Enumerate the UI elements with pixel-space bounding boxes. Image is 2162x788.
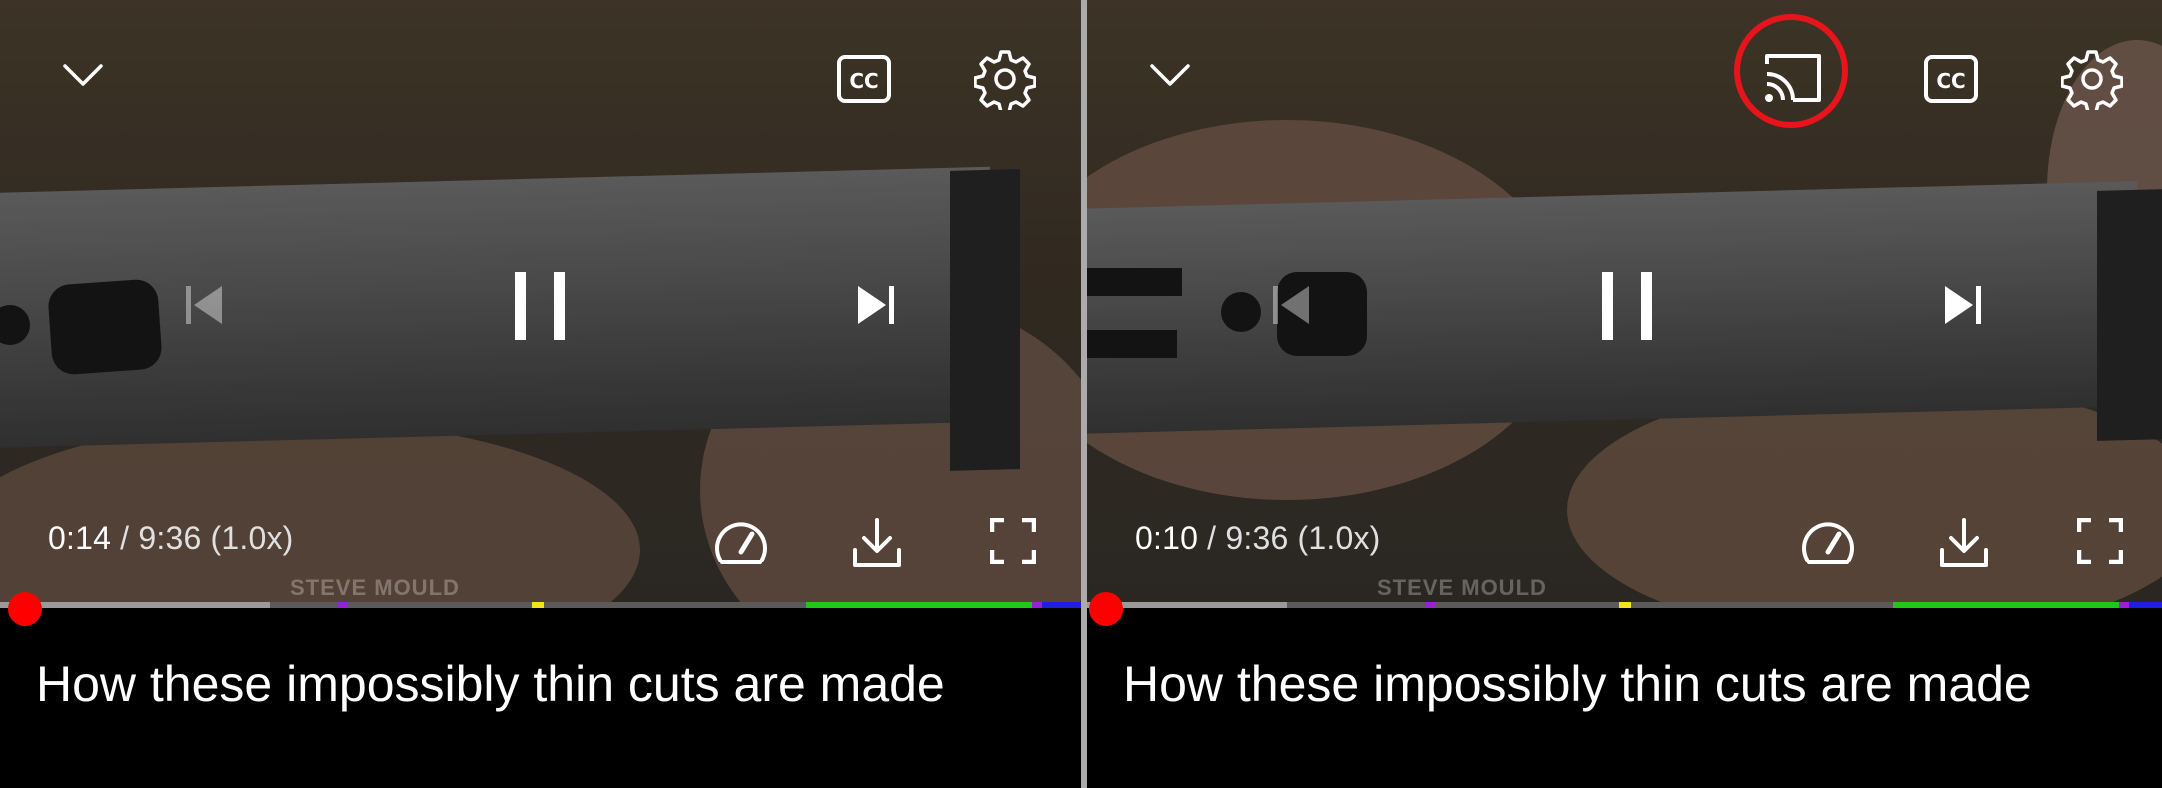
closed-captions-icon[interactable]: CC [1923,54,1979,104]
chapter-marker [1425,602,1435,608]
video-title: How these impossibly thin cuts are made [36,656,945,712]
current-time: 0:14 [48,520,112,556]
current-time: 0:10 [1135,520,1199,556]
time-separator: / [1198,520,1226,556]
svg-text:CC: CC [1936,69,1965,93]
previous-icon[interactable] [184,284,224,326]
scrubber-handle[interactable] [8,592,42,626]
pause-icon[interactable] [1599,270,1655,342]
next-icon[interactable] [1943,284,1983,326]
video-player-right: CC 0:10 / 9:36 (1.0x) STEVE MOULD How th… [1087,0,2162,788]
previous-icon[interactable] [1271,284,1311,326]
scrubber-handle[interactable] [1089,592,1123,626]
time-display: 0:14 / 9:36 (1.0x) [48,520,294,557]
time-separator: / [111,520,139,556]
chevron-down-icon[interactable] [1147,60,1193,90]
chapter-marker [532,602,544,608]
chapter-segment [1032,602,1042,608]
chevron-down-icon[interactable] [60,60,106,90]
closed-captions-icon[interactable]: CC [836,54,892,104]
highlight-circle [1734,14,1848,128]
chapter-segment [1893,602,2119,608]
channel-watermark: STEVE MOULD [1377,575,1547,600]
chapter-marker [338,602,348,608]
fullscreen-icon[interactable] [2077,518,2123,564]
fullscreen-icon[interactable] [990,518,1036,564]
playback-speed-icon[interactable] [1799,518,1857,566]
duration-speed: 9:36 (1.0x) [138,520,294,556]
chapter-segment [1042,602,1081,608]
duration-speed: 9:36 (1.0x) [1225,520,1381,556]
chapter-segment [2129,602,2162,608]
chapter-segment [806,602,1032,608]
download-icon[interactable] [850,516,904,570]
time-display: 0:10 / 9:36 (1.0x) [1135,520,1381,557]
progress-bar[interactable] [0,602,1081,608]
next-icon[interactable] [856,284,896,326]
progress-bar[interactable] [1087,602,2162,608]
video-player-left: CC 0:14 / 9:36 (1.0x) STEVE MOULD How th… [0,0,1081,788]
download-icon[interactable] [1937,516,1991,570]
settings-gear-icon[interactable] [2061,48,2123,110]
video-title: How these impossibly thin cuts are made [1123,656,2032,712]
chapter-segment [2119,602,2129,608]
pause-icon[interactable] [512,270,568,342]
playback-speed-icon[interactable] [712,518,770,566]
chapter-marker [1619,602,1631,608]
settings-gear-icon[interactable] [974,48,1036,110]
channel-watermark: STEVE MOULD [290,575,460,600]
svg-text:CC: CC [849,69,878,93]
